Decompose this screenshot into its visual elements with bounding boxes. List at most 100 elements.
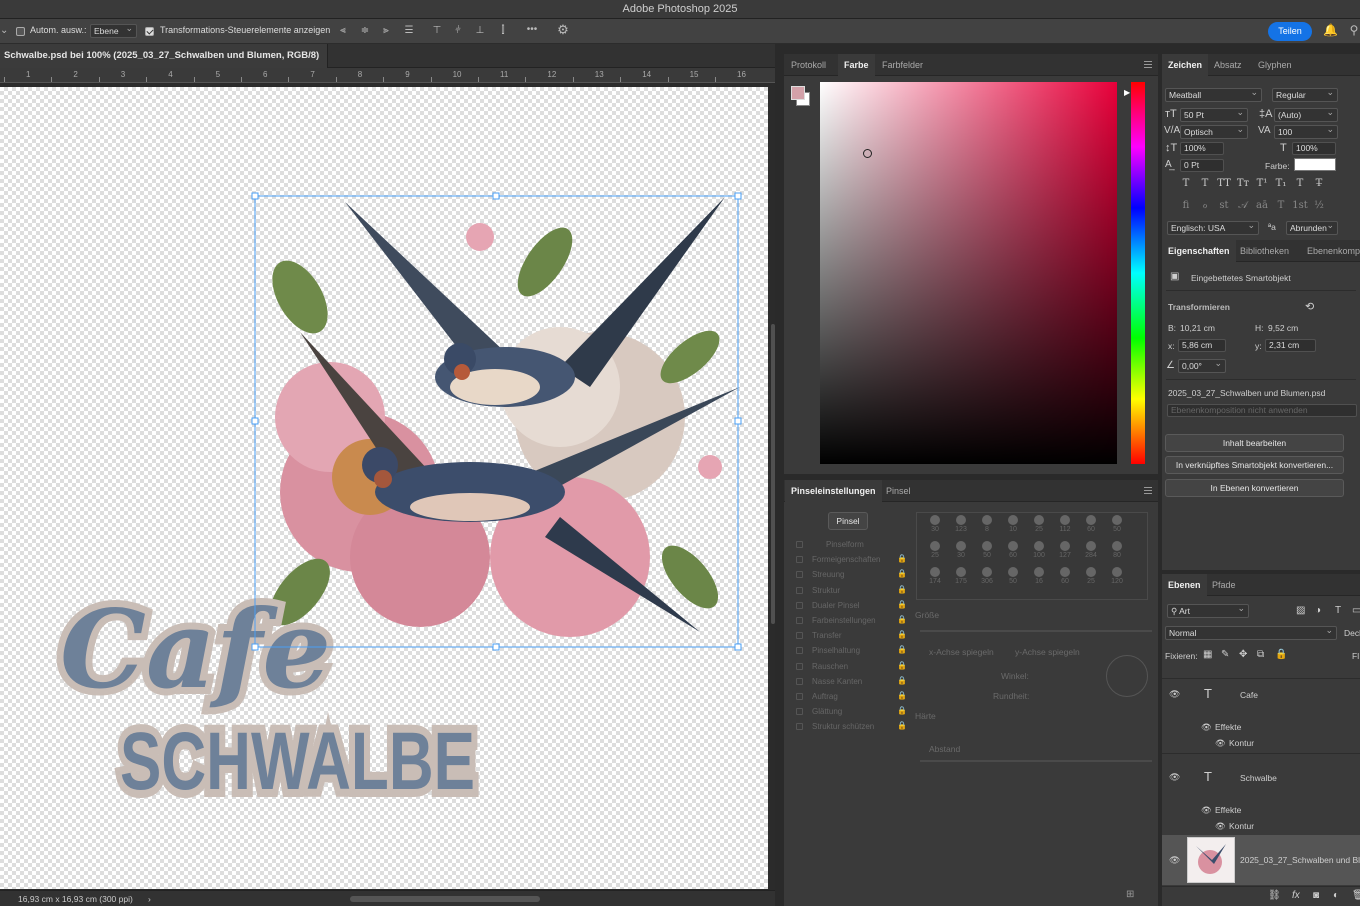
brush-tip[interactable]: 175 [949,567,973,591]
tab-farbfelder[interactable]: Farbfelder [876,54,929,76]
transform-controls-checkbox[interactable] [145,27,154,36]
brush-tip[interactable]: 127 [1053,541,1077,565]
angle-dropdown[interactable]: 0,00° [1178,359,1226,373]
effects-eye-icon[interactable]: 👁 [1201,722,1212,733]
brush-tip[interactable]: 30 [923,515,947,539]
panel-menu-icon[interactable] [1144,61,1152,68]
align-hcenter-icon[interactable]: ≑ [359,25,371,37]
brush-section-item[interactable]: Struktur schützen 🔒 [790,720,908,734]
brush-tip[interactable]: 8 [975,515,999,539]
tab-ebenenkomp[interactable]: Ebenenkomp [1301,240,1360,262]
bell-icon[interactable]: 🔔 [1323,24,1338,36]
brush-tip[interactable]: 50 [1001,567,1025,591]
type-style-button[interactable]: TT [1216,178,1232,189]
tab-pinseleinstellungen[interactable]: Pinseleinstellungen [785,480,882,502]
width-value[interactable]: 10,21 cm [1180,323,1215,333]
transform-handle[interactable] [492,192,500,200]
lock-icon[interactable]: 🔒 [897,630,907,639]
tab-absatz[interactable]: Absatz [1208,54,1248,76]
font-family-dropdown[interactable]: Meatball [1165,88,1262,102]
tab-protokoll[interactable]: Protokoll [785,54,832,76]
horizontal-scrollbar-thumb[interactable] [350,896,540,902]
lock-icon[interactable]: 🔒 [897,585,907,594]
filter-shape-icon[interactable]: ▭ [1352,605,1360,616]
brush-tip[interactable]: 25 [923,541,947,565]
filter-type-icon[interactable]: T [1335,605,1341,616]
brush-tip[interactable]: 30 [949,541,973,565]
x-position-field[interactable]: 5,86 cm [1178,339,1226,352]
new-preset-icon[interactable]: ⊞ [1126,889,1134,900]
effect-eye-icon[interactable]: 👁 [1215,821,1226,832]
effects-eye-icon[interactable]: 👁 [1201,805,1212,816]
align-right-icon[interactable]: ⫸ [380,25,392,37]
brush-tip[interactable]: 112 [1053,515,1077,539]
brush-tip[interactable]: 50 [975,541,999,565]
fx-icon[interactable]: fx [1292,890,1300,901]
horizontal-scale-field[interactable]: 100% [1292,142,1336,155]
type-style-button[interactable]: T¹ [1254,178,1270,189]
transform-handle[interactable] [251,643,259,651]
align-left-icon[interactable]: ⫷ [337,25,349,37]
lock-artboard-icon[interactable]: ⧉ [1257,649,1264,660]
transform-handle[interactable] [734,192,742,200]
brush-tip[interactable]: 16 [1027,567,1051,591]
hue-slider[interactable] [1131,82,1145,464]
lock-position-icon[interactable]: ✥ [1239,649,1247,660]
tracking-dropdown[interactable]: 100 [1274,125,1338,139]
anti-alias-dropdown[interactable]: Abrunden [1286,221,1338,235]
type-style-button[interactable]: T̶ [1311,178,1327,189]
brush-section-item[interactable]: Transfer 🔒 [790,629,908,643]
transform-handle[interactable] [251,192,259,200]
chevron-down-icon[interactable]: ⌄ [0,25,8,37]
brush-tip[interactable]: 120 [1105,567,1129,591]
convert-to-layers-button[interactable]: In Ebenen konvertieren [1165,479,1344,497]
effect-eye-icon[interactable]: 👁 [1215,738,1226,749]
brush-section-item[interactable]: Pinselform [790,538,908,552]
type-style-button[interactable]: T [1197,178,1213,189]
distribute-vertical-icon[interactable]: ⫿ [497,25,509,37]
brush-tip[interactable]: 50 [1105,515,1129,539]
transform-handle[interactable] [734,643,742,651]
layer-comp-dropdown[interactable]: Ebenenkomposition nicht anwenden [1167,404,1357,417]
hue-slider-marker[interactable]: ▶ [1124,88,1130,97]
brush-section-item[interactable]: Dualer Pinsel 🔒 [790,599,908,613]
lock-icon[interactable]: 🔒 [897,706,907,715]
align-bottom-icon[interactable]: ⊥ [474,25,486,37]
more-options-icon[interactable]: ••• [523,24,541,36]
brush-section-item[interactable]: Auftrag 🔒 [790,690,908,704]
type-style-button[interactable]: T₁ [1273,178,1289,189]
brush-section-item[interactable]: Glättung 🔒 [790,705,908,719]
lock-icon[interactable]: 🔒 [897,691,907,700]
edit-contents-button[interactable]: Inhalt bearbeiten [1165,434,1344,452]
search-icon[interactable]: ⚲ [1348,24,1360,36]
tab-farbe[interactable]: Farbe [838,54,875,76]
lock-icon[interactable]: 🔒 [897,554,907,563]
lock-icon[interactable]: 🔒 [897,645,907,654]
brush-tip[interactable]: 100 [1027,541,1051,565]
lock-icon[interactable]: 🔒 [897,676,907,685]
lock-all-icon[interactable]: 🔒 [1275,649,1287,660]
brush-tip[interactable]: 174 [923,567,947,591]
opentype-feature-button[interactable]: ﬁ [1178,200,1194,211]
brush-section-item[interactable]: Nasse Kanten 🔒 [790,675,908,689]
lock-icon[interactable]: 🔒 [897,600,907,609]
brush-tip[interactable]: 10 [1001,515,1025,539]
document-canvas[interactable]: Cafe Cafe SCHWALBE SCHWALBE [0,87,768,889]
lock-pixels-icon[interactable]: ✎ [1221,649,1229,660]
kerning-dropdown[interactable]: Optisch [1180,125,1248,139]
brush-tip[interactable]: 60 [1053,567,1077,591]
opentype-feature-button[interactable]: 𝒜 [1235,200,1251,211]
color-picker-cursor[interactable] [863,149,872,158]
brush-presets-button[interactable]: Pinsel [828,512,868,530]
vertical-scale-field[interactable]: 100% [1180,142,1224,155]
opentype-feature-button[interactable]: aā [1254,200,1270,211]
adjustment-icon[interactable]: ◐ [1333,890,1339,901]
brush-section-item[interactable]: Formeigenschaften 🔒 [790,553,908,567]
visibility-eye-icon[interactable]: 👁 [1169,855,1180,866]
document-tab[interactable]: Schwalbe.psd bei 100% (2025_03_27_Schwal… [0,44,329,68]
type-style-button[interactable]: T [1178,178,1194,189]
brush-tip[interactable]: 25 [1079,567,1103,591]
layer-name-image[interactable]: 2025_03_27_Schwalben und Blumen [1240,855,1360,865]
opentype-feature-button[interactable]: ℴ [1197,200,1213,211]
convert-linked-button[interactable]: In verknüpftes Smartobjekt konvertieren.… [1165,456,1344,474]
